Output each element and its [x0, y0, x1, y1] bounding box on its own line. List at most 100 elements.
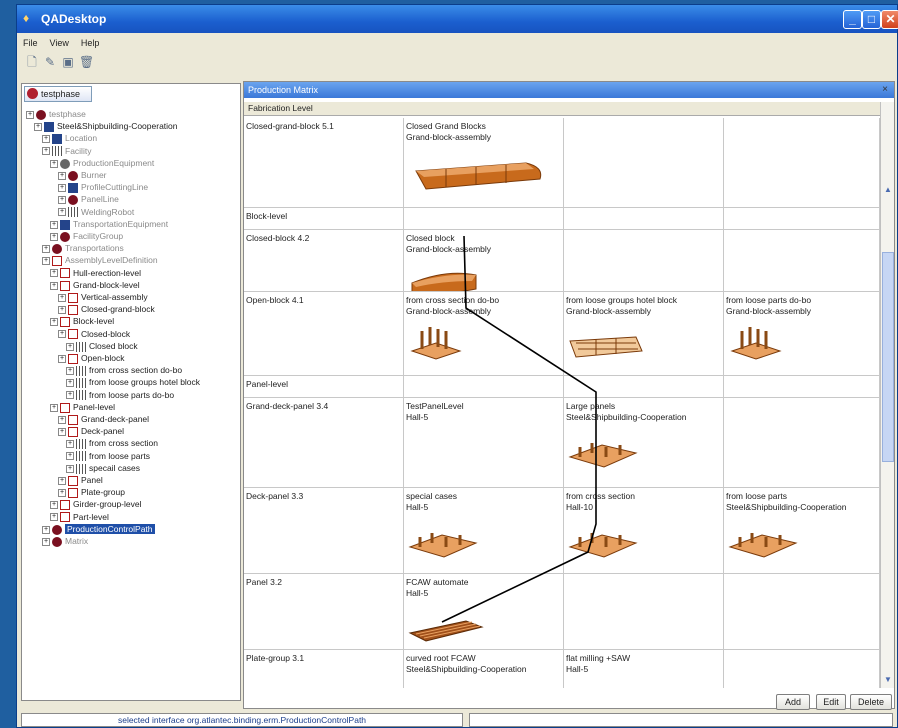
matrix-cell[interactable] [564, 208, 724, 230]
expand-toggle-icon[interactable]: + [66, 440, 74, 449]
matrix-level-cell[interactable]: Grand-deck-panel 3.4 [244, 398, 404, 488]
tree-node[interactable]: + ProductionEquipment [50, 157, 154, 169]
expand-toggle-icon[interactable]: + [66, 464, 74, 473]
tree-node[interactable]: + Grand-deck-panel [58, 413, 149, 425]
matrix-cell[interactable] [564, 376, 724, 398]
matrix-level-cell[interactable]: Closed-block 4.2 [244, 230, 404, 292]
trash-icon[interactable]: 🗑 [79, 55, 94, 69]
matrix-cell[interactable]: from loose parts Steel&Shipbuilding-Coope… [724, 488, 880, 574]
expand-toggle-icon[interactable]: + [58, 330, 66, 339]
tree-node[interactable]: + Deck-panel [58, 425, 124, 437]
matrix-cell[interactable] [404, 376, 564, 398]
tree-node[interactable]: + Closed-block [58, 328, 130, 340]
expand-toggle-icon[interactable]: + [42, 257, 50, 266]
expand-toggle-icon[interactable]: + [50, 318, 58, 327]
tree-node[interactable]: + specail cases [66, 462, 140, 474]
add-button[interactable]: Add [776, 694, 810, 710]
matrix-cell[interactable]: Closed block Grand-block-assembly [404, 230, 564, 292]
tree-node[interactable]: + Grand-block-level [50, 279, 140, 291]
scroll-thumb[interactable] [882, 252, 894, 462]
expand-toggle-icon[interactable]: + [50, 513, 58, 522]
matrix-cell[interactable]: Closed Grand Blocks Grand-block-assembly [404, 118, 564, 208]
expand-toggle-icon[interactable]: + [58, 305, 66, 314]
expand-toggle-icon[interactable]: + [58, 427, 66, 436]
expand-toggle-icon[interactable]: + [26, 110, 34, 119]
edit-button[interactable]: Edit [816, 694, 846, 710]
expand-toggle-icon[interactable]: + [66, 342, 74, 351]
tree-node[interactable]: + Girder-group-level [50, 498, 142, 511]
matrix-cell[interactable] [724, 376, 880, 398]
tree-node[interactable]: + WeldingRobot [58, 206, 134, 218]
close-panel-icon[interactable]: × [882, 82, 888, 98]
expand-toggle-icon[interactable]: + [66, 452, 74, 461]
expand-toggle-icon[interactable]: + [50, 403, 58, 412]
matrix-cell[interactable] [724, 398, 880, 488]
matrix-cell[interactable]: FCAW automate Hall-5 [404, 574, 564, 650]
matrix-cell[interactable] [724, 574, 880, 650]
tree-node[interactable]: + Transportations [42, 242, 124, 254]
tree-node[interactable]: + Facility [42, 145, 91, 157]
tab-testphase[interactable]: testphase [24, 86, 92, 102]
new-document-icon[interactable]: 🗋 [25, 55, 39, 69]
tree-node[interactable]: + ProductionControlPath [42, 523, 155, 535]
save-icon[interactable]: ▣ [61, 55, 75, 69]
scroll-down-icon[interactable]: ▼ [882, 674, 894, 686]
tree-node[interactable]: + TransportationEquipment [50, 218, 168, 230]
matrix-level-cell[interactable]: Open-block 4.1 [244, 292, 404, 376]
matrix-cell[interactable] [724, 650, 880, 688]
expand-toggle-icon[interactable]: + [66, 379, 74, 388]
expand-toggle-icon[interactable]: + [42, 147, 50, 156]
matrix-cell[interactable]: from cross section do-bo Grand-block-asse… [404, 292, 564, 376]
tree-node[interactable]: + Part-level [50, 511, 109, 523]
tree-node[interactable]: + Block-level [50, 315, 114, 328]
minimize-button[interactable]: _ [843, 10, 862, 29]
matrix-cell[interactable] [724, 208, 880, 230]
tree-node[interactable]: + from cross section do-bo [66, 364, 182, 376]
tree-node[interactable]: + Hull-erection-level [50, 267, 141, 279]
matrix-level-cell[interactable]: Closed-grand-block 5.1 [244, 118, 404, 208]
matrix-cell[interactable]: flat milling +SAW Hall-5 [564, 650, 724, 688]
menu-file[interactable]: File [23, 35, 38, 51]
tree-node[interactable]: + Plate-group [58, 486, 125, 498]
expand-toggle-icon[interactable]: + [42, 525, 50, 534]
expand-toggle-icon[interactable]: + [42, 135, 50, 144]
expand-toggle-icon[interactable]: + [50, 232, 58, 241]
expand-toggle-icon[interactable]: + [50, 281, 58, 290]
matrix-cell[interactable] [724, 230, 880, 292]
expand-toggle-icon[interactable]: + [58, 171, 66, 180]
matrix-cell[interactable]: special cases Hall-5 [404, 488, 564, 574]
tree-node[interactable]: + Closed-grand-block [58, 303, 155, 315]
expand-toggle-icon[interactable]: + [58, 196, 66, 205]
matrix-cell[interactable] [404, 208, 564, 230]
expand-toggle-icon[interactable]: + [50, 501, 58, 510]
expand-toggle-icon[interactable]: + [34, 122, 42, 131]
tree-node[interactable]: + Open-block [58, 352, 124, 364]
expand-toggle-icon[interactable]: + [58, 476, 66, 485]
expand-toggle-icon[interactable]: + [42, 537, 50, 546]
tree-node[interactable]: + Panel-level [50, 401, 115, 413]
tree-node[interactable]: + Closed block [66, 340, 138, 352]
matrix-cell[interactable]: from loose groups hotel block Grand-block… [564, 292, 724, 376]
matrix-cell[interactable] [724, 118, 880, 208]
expand-toggle-icon[interactable]: + [50, 220, 58, 229]
matrix-cell[interactable]: from loose parts do-bo Grand-block-assemb… [724, 292, 880, 376]
expand-toggle-icon[interactable]: + [58, 293, 66, 302]
expand-toggle-icon[interactable]: + [66, 391, 74, 400]
close-button[interactable]: ✕ [881, 10, 898, 29]
matrix-level-cell[interactable]: Plate-group 3.1 [244, 650, 404, 688]
matrix-cell[interactable]: curved root FCAW Steel&Shipbuilding-Coope… [404, 650, 564, 688]
tree-node[interactable]: + from loose parts [66, 450, 150, 462]
tree-node[interactable]: + Matrix [42, 535, 88, 547]
matrix-cell[interactable] [564, 118, 724, 208]
expand-toggle-icon[interactable]: + [58, 488, 66, 497]
expand-toggle-icon[interactable]: + [50, 159, 58, 168]
scroll-up-icon[interactable]: ▲ [882, 184, 894, 196]
tree-node[interactable]: + FacilityGroup [50, 230, 123, 242]
matrix-level-cell[interactable]: Panel-level [244, 376, 404, 398]
matrix-level-cell[interactable]: Block-level [244, 208, 404, 230]
maximize-button[interactable]: □ [862, 10, 881, 29]
delete-button[interactable]: Delete [850, 694, 892, 710]
tree-node[interactable]: + PanelLine [58, 193, 119, 206]
tree-node[interactable]: + Vertical-assembly [58, 291, 148, 303]
matrix-cell[interactable] [564, 574, 724, 650]
